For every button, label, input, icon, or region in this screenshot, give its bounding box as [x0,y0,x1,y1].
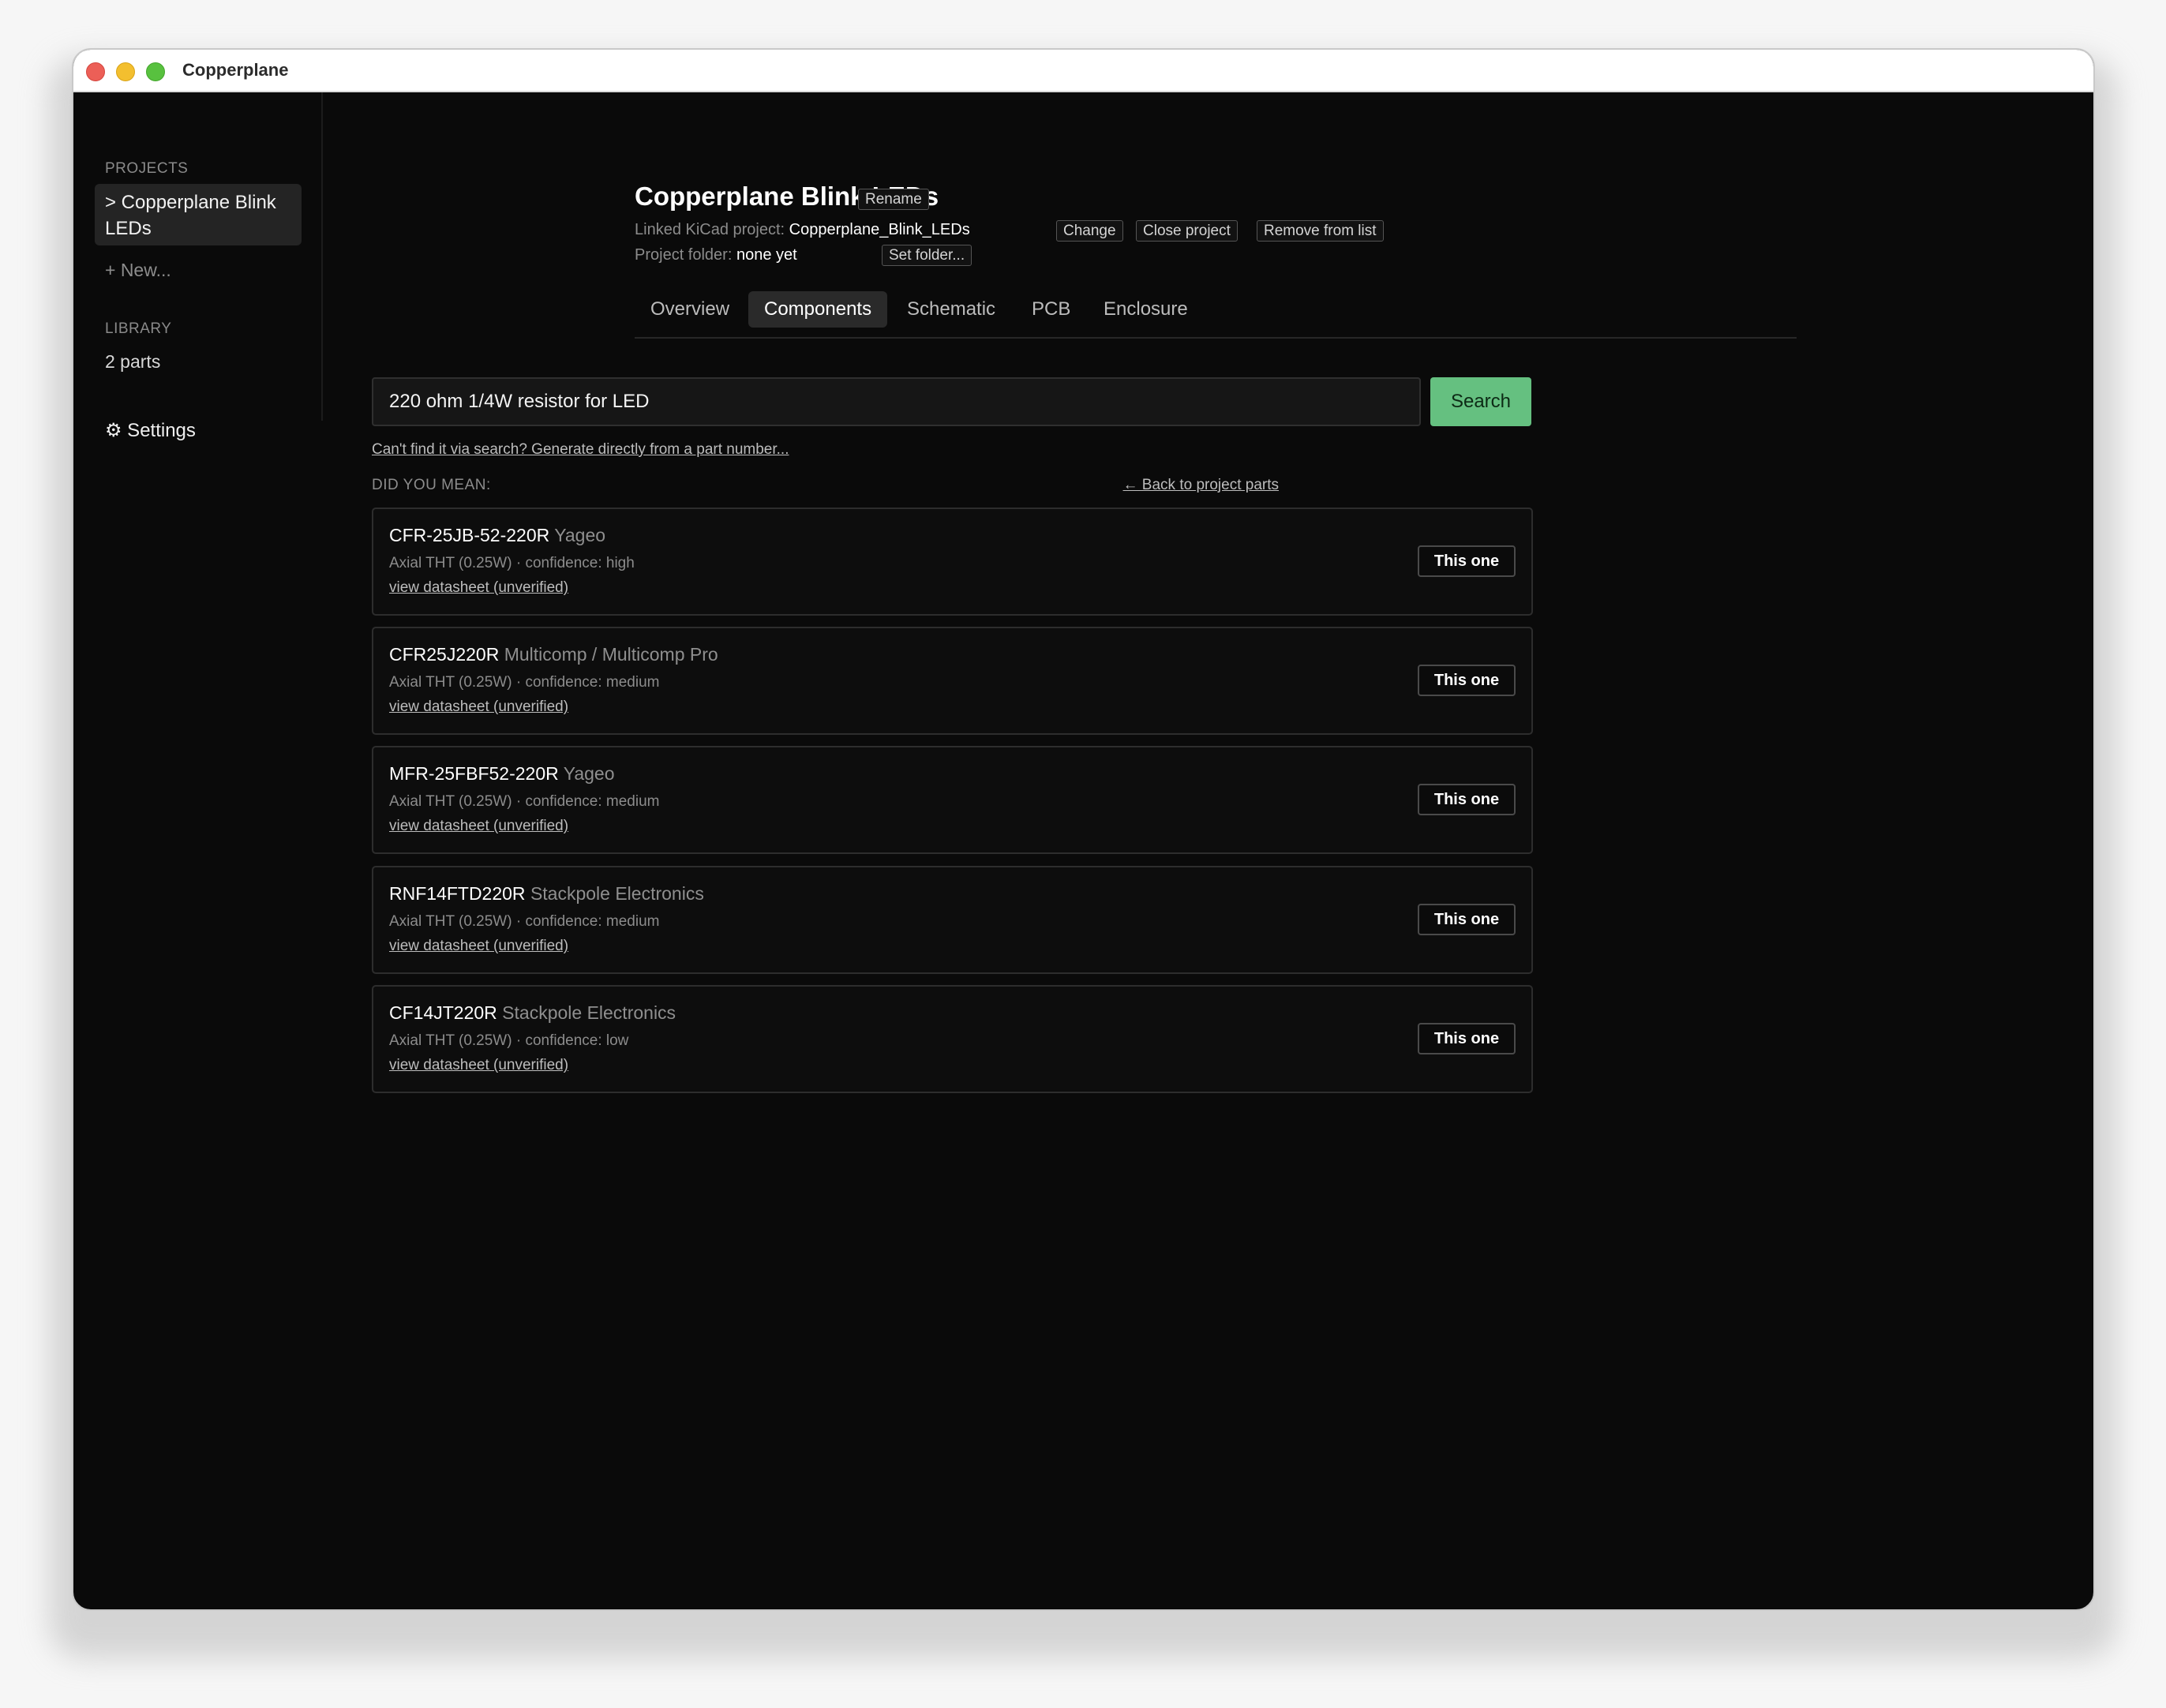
back-to-project-parts-link[interactable]: ← Back to project parts [1123,477,1279,494]
part-search-input[interactable] [372,377,1421,426]
project-folder-label: Project folder: [635,246,733,264]
view-datasheet-link[interactable]: view datasheet (unverified) [389,1057,568,1074]
result-card: RNF14FTD220R Stackpole Electronics Axial… [372,866,1533,974]
project-folder-value: none yet [736,246,797,264]
result-manufacturer: Yageo [563,763,615,784]
result-part-number: CFR25J220R [389,644,500,665]
title-bar: Copperplane [73,50,2093,92]
search-button[interactable]: Search [1430,377,1531,426]
result-part-line: CF14JT220R Stackpole Electronics [389,1002,676,1024]
linked-kicad-label: Linked KiCad project: [635,221,785,238]
this-one-button[interactable]: This one [1418,784,1516,815]
result-manufacturer: Stackpole Electronics [530,883,704,904]
tab-bar: Overview Components Schematic PCB Enclos… [635,291,1797,339]
close-window-button[interactable] [86,62,105,81]
close-project-button[interactable]: Close project [1136,220,1238,242]
window-title: Copperplane [182,60,289,80]
result-card: MFR-25FBF52-220R Yageo Axial THT (0.25W)… [372,746,1533,854]
view-datasheet-link[interactable]: view datasheet (unverified) [389,699,568,716]
result-description: Axial THT (0.25W) · confidence: low [389,1032,629,1049]
result-description: Axial THT (0.25W) · confidence: medium [389,674,660,691]
remove-from-list-button[interactable]: Remove from list [1257,220,1384,242]
tab-schematic[interactable]: Schematic [891,291,1011,328]
result-part-line: CFR-25JB-52-220R Yageo [389,525,605,546]
result-part-line: CFR25J220R Multicomp / Multicomp Pro [389,644,718,665]
tab-overview[interactable]: Overview [635,291,745,328]
result-part-number: CF14JT220R [389,1002,497,1023]
tab-pcb[interactable]: PCB [1016,291,1086,328]
result-card: CF14JT220R Stackpole Electronics Axial T… [372,985,1533,1093]
zoom-window-button[interactable] [146,62,165,81]
change-kicad-button[interactable]: Change [1056,220,1123,242]
this-one-button[interactable]: This one [1418,665,1516,696]
linked-kicad-value: Copperplane_Blink_LEDs [789,221,970,238]
rename-button[interactable]: Rename [858,189,929,210]
sidebar: PROJECTS > Copperplane Blink LEDs + New.… [73,92,323,441]
result-manufacturer: Stackpole Electronics [502,1002,676,1023]
set-folder-button[interactable]: Set folder... [882,245,972,266]
result-description: Axial THT (0.25W) · confidence: high [389,555,635,571]
minimize-window-button[interactable] [116,62,135,81]
main-content: Copperplane Blink LEDs Rename Linked KiC… [323,92,2093,1609]
result-part-line: MFR-25FBF52-220R Yageo [389,763,615,785]
tab-enclosure[interactable]: Enclosure [1088,291,1204,328]
tab-components[interactable]: Components [748,291,888,328]
view-datasheet-link[interactable]: view datasheet (unverified) [389,938,568,955]
projects-heading: PROJECTS [105,160,189,177]
library-parts-link[interactable]: 2 parts [105,351,160,373]
project-folder-line: Project folder: none yet [635,246,797,264]
app-window: Copperplane PROJECTS > Copperplane Blink… [72,48,2095,1611]
result-manufacturer: Multicomp / Multicomp Pro [504,644,718,665]
result-part-number: MFR-25FBF52-220R [389,763,559,784]
did-you-mean-heading: DID YOU MEAN: [372,477,491,493]
settings-link[interactable]: ⚙ Settings [105,419,196,442]
result-card: CFR-25JB-52-220R Yageo Axial THT (0.25W)… [372,508,1533,616]
new-project-link[interactable]: + New... [105,260,171,281]
result-part-number: CFR-25JB-52-220R [389,525,550,545]
view-datasheet-link[interactable]: view datasheet (unverified) [389,579,568,597]
result-part-line: RNF14FTD220R Stackpole Electronics [389,883,704,905]
result-part-number: RNF14FTD220R [389,883,526,904]
generate-from-part-number-link[interactable]: Can't find it via search? Generate direc… [372,441,789,459]
linked-kicad-line: Linked KiCad project: Copperplane_Blink_… [635,221,970,239]
result-manufacturer: Yageo [554,525,606,545]
result-description: Axial THT (0.25W) · confidence: medium [389,793,660,810]
view-datasheet-link[interactable]: view datasheet (unverified) [389,818,568,835]
result-card: CFR25J220R Multicomp / Multicomp Pro Axi… [372,627,1533,735]
this-one-button[interactable]: This one [1418,1023,1516,1054]
this-one-button[interactable]: This one [1418,904,1516,935]
result-description: Axial THT (0.25W) · confidence: medium [389,913,660,930]
sidebar-project-copperplane-blink-leds[interactable]: > Copperplane Blink LEDs [95,184,302,245]
this-one-button[interactable]: This one [1418,545,1516,577]
library-heading: LIBRARY [105,320,172,337]
